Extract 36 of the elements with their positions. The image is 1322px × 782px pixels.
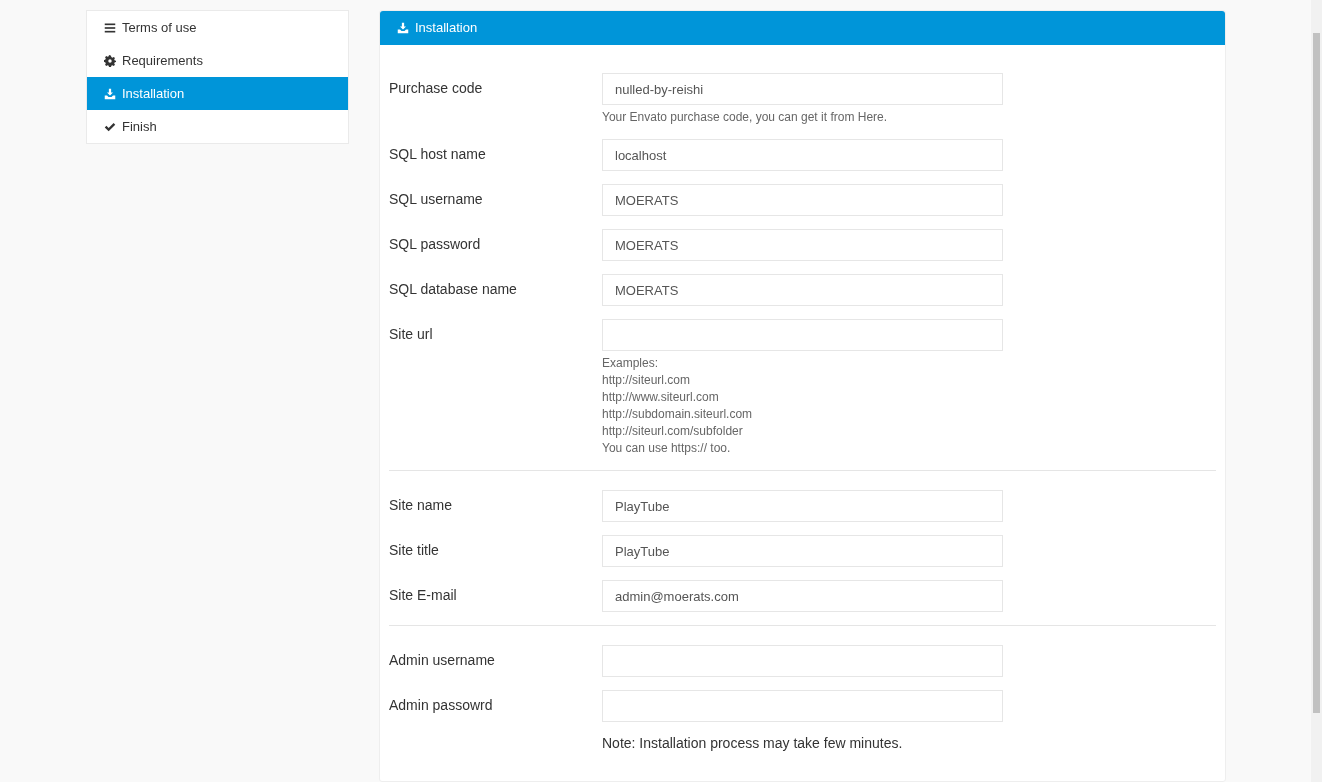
- input-field[interactable]: MOERATS: [602, 229, 1003, 261]
- checkmark-icon: [104, 120, 116, 133]
- scrollbar-thumb[interactable]: [1313, 33, 1320, 713]
- sidebar-item[interactable]: Requirements: [87, 44, 348, 77]
- help-text: Examples: http://siteurl.com http://www.siteurl.com http://subdomain.siteurl.com http://siteurl.com/subfolder You can use https:// too.: [602, 355, 754, 457]
- field-label: Site name: [389, 496, 454, 515]
- download-icon: [104, 87, 116, 100]
- input-field[interactable]: PlayTube: [602, 490, 1003, 522]
- input-field[interactable]: [602, 645, 1003, 677]
- input-field[interactable]: nulled-by-reishi: [602, 73, 1003, 105]
- panel-title: Installation: [415, 19, 478, 38]
- download-icon: [397, 22, 409, 34]
- field-label: Site E-mail: [389, 586, 458, 605]
- sidebar-item[interactable]: Terms of use: [87, 11, 348, 44]
- field-label: Site url: [389, 325, 434, 344]
- sidebar-item[interactable]: Finish: [87, 110, 348, 143]
- field-label: SQL host name: [389, 145, 487, 164]
- input-field[interactable]: [602, 319, 1003, 351]
- field-label: Admin passowrd: [389, 696, 494, 715]
- input-field[interactable]: MOERATS: [602, 184, 1003, 216]
- gear-icon: [104, 54, 116, 67]
- field-label: SQL password: [389, 235, 482, 254]
- scrollbar[interactable]: [1311, 0, 1322, 782]
- input-field[interactable]: localhost: [602, 139, 1003, 171]
- field-label: Purchase code: [389, 79, 484, 98]
- input-field[interactable]: MOERATS: [602, 274, 1003, 306]
- field-label: Admin username: [389, 651, 496, 670]
- field-label: SQL username: [389, 190, 484, 209]
- input-field[interactable]: PlayTube: [602, 535, 1003, 567]
- input-field[interactable]: [602, 690, 1003, 722]
- list-icon: [104, 21, 116, 34]
- field-label: SQL database name: [389, 280, 518, 299]
- field-label: Site title: [389, 541, 440, 560]
- note-text: Note: Installation process may take few minutes.: [602, 734, 904, 753]
- help-text: Your Envato purchase code, you can get it from Here.: [602, 109, 889, 126]
- input-field[interactable]: admin@moerats.com: [602, 580, 1003, 612]
